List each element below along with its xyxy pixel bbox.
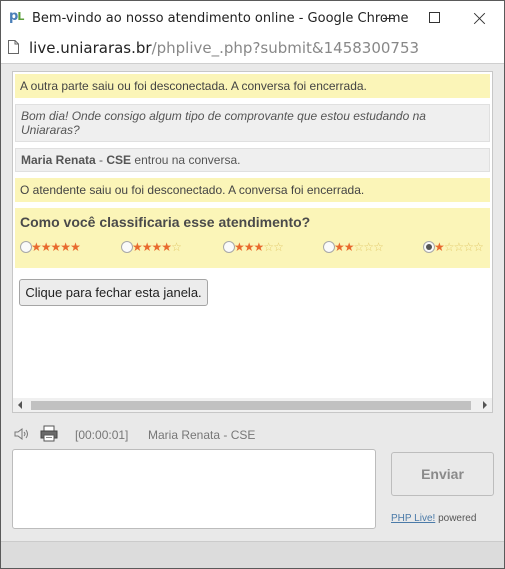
title-bar: pL Bem-vindo ao nosso atendimento online…: [1, 1, 504, 35]
maximize-button[interactable]: [411, 1, 456, 35]
window-title: Bem-vindo ao nosso atendimento online - …: [32, 11, 409, 26]
speaker-icon[interactable]: [14, 427, 30, 441]
status-row: [00:00:01] Maria Renata - CSE: [12, 425, 492, 443]
address-bar[interactable]: live.uniararas.br/phplive_.php?submit&14…: [1, 35, 504, 64]
rating-radio-selected[interactable]: [423, 240, 435, 253]
star-empty-icon: ☆: [273, 239, 284, 254]
rating-question: Como você classificaria esse atendimento…: [20, 214, 311, 230]
close-chat-button[interactable]: Clique para fechar esta janela.: [19, 279, 208, 306]
agent-dept-bold: CSE: [106, 153, 132, 167]
url-text[interactable]: live.uniararas.br/phplive_.php?submit&14…: [29, 39, 419, 57]
bottom-strip: [1, 541, 504, 568]
system-message: A outra parte saiu ou foi desconectada. …: [15, 74, 490, 98]
rating-radio[interactable]: [323, 240, 335, 253]
star-empty-icon: ☆: [373, 239, 384, 254]
chat-timer: [00:00:01]: [75, 428, 129, 442]
rating-radio[interactable]: [223, 240, 235, 253]
rating-option-2[interactable]: ★★☆☆☆: [323, 238, 384, 254]
rating-option-3[interactable]: ★★★☆☆: [223, 238, 284, 254]
browser-popup-window: pL Bem-vindo ao nosso atendimento online…: [0, 0, 505, 569]
minimize-button[interactable]: [366, 1, 411, 35]
url-host: live.uniararas.br: [29, 39, 152, 57]
agent-label: Maria Renata - CSE: [148, 428, 256, 442]
rating-radio[interactable]: [121, 240, 133, 253]
php-live-link[interactable]: PHP Live!: [391, 513, 435, 524]
rating-radio[interactable]: [20, 240, 32, 253]
agent-name-bold: Maria Renata: [21, 153, 96, 167]
scroll-thumb[interactable]: [31, 401, 471, 410]
rating-option-1[interactable]: ★☆☆☆☆: [423, 238, 484, 254]
visitor-message: Bom dia! Onde consigo algum tipo de comp…: [15, 104, 490, 142]
send-button[interactable]: Enviar: [391, 452, 494, 496]
star-empty-icon: ☆: [473, 239, 484, 254]
scroll-right-arrow-icon[interactable]: [483, 401, 487, 409]
chat-transcript: A outra parte saiu ou foi desconectada. …: [12, 71, 493, 413]
rating-option-5[interactable]: ★★★★★: [20, 238, 81, 254]
star-filled-icon: ★: [70, 239, 81, 254]
scroll-left-arrow-icon[interactable]: [18, 401, 22, 409]
close-window-button[interactable]: [456, 1, 501, 35]
message-input[interactable]: [12, 449, 376, 529]
horizontal-scrollbar[interactable]: [13, 398, 492, 412]
phplive-app-icon: pL: [9, 9, 24, 24]
rating-option-4[interactable]: ★★★★☆: [121, 238, 182, 254]
printer-icon[interactable]: [40, 425, 58, 442]
join-message: Maria Renata - CSE entrou na conversa.: [15, 148, 490, 172]
rating-survey: Como você classificaria esse atendimento…: [15, 208, 490, 268]
page-icon: [8, 40, 19, 54]
url-path: /phplive_.php?submit&1458300753: [151, 39, 420, 57]
powered-by: PHP Live! powered: [391, 513, 477, 524]
star-empty-icon: ☆: [171, 239, 182, 254]
system-message: O atendente saiu ou foi desconectado. A …: [15, 178, 490, 202]
